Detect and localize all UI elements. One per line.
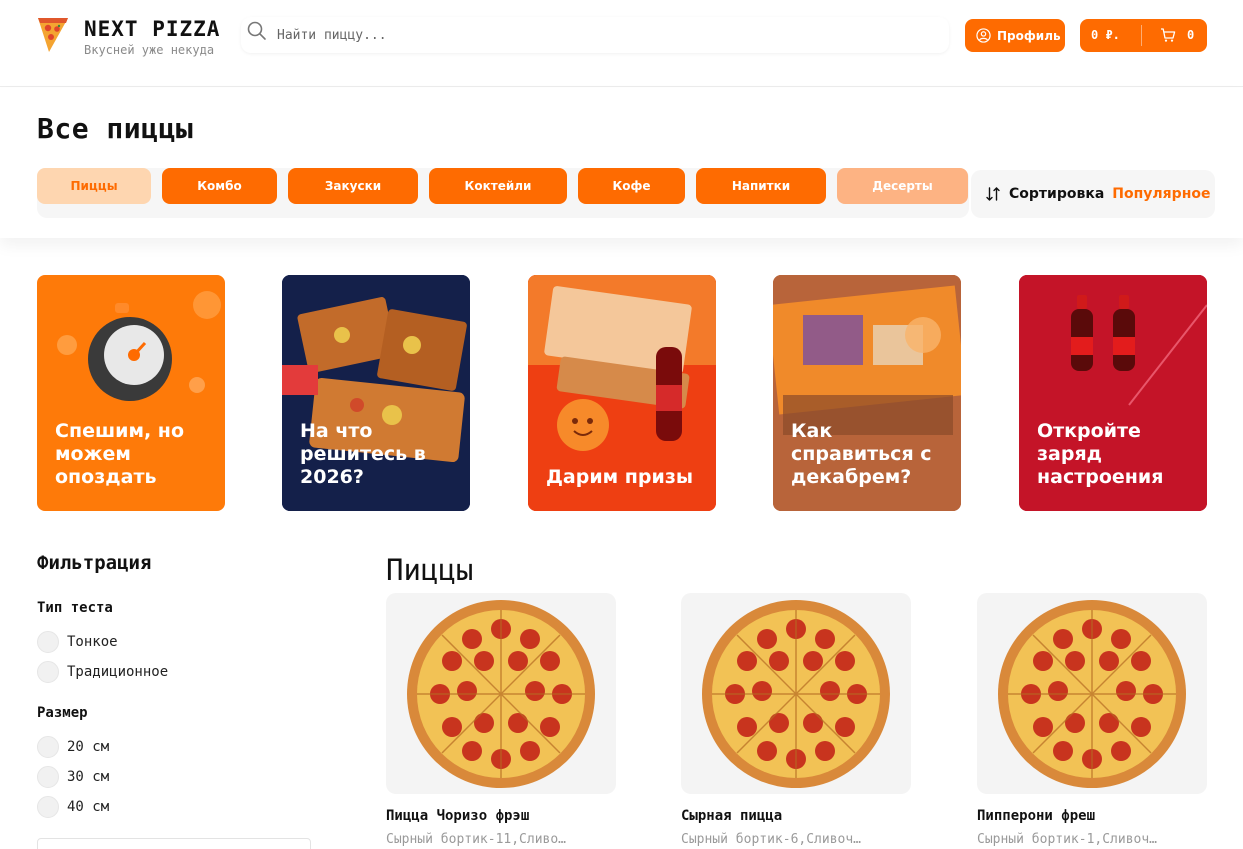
product-description: Сырный бортик-6,Сливоч…	[681, 832, 862, 847]
story-caption: На что решитесь в 2026?	[300, 420, 426, 488]
tab-coffee[interactable]: Кофе	[578, 168, 685, 204]
pepperoni-pizza-image	[702, 600, 890, 788]
sort-popup-trigger[interactable]: Сортировка Популярное	[971, 170, 1215, 218]
profile-button-label: Профиль	[997, 28, 1061, 43]
brand-name[interactable]: NEXT PIZZA	[84, 17, 220, 41]
header: NEXT PIZZA Вкусней уже некуда Профиль 0 …	[0, 0, 1243, 87]
product-image[interactable]	[977, 593, 1207, 794]
size-filter-title: Размер	[37, 705, 88, 721]
dough-option-traditional[interactable]: Традиционное	[37, 661, 168, 683]
product-name: Сырная пицца	[681, 808, 783, 824]
size-option-20[interactable]: 20 см	[37, 736, 109, 758]
products-section-title: Пиццы	[386, 553, 474, 587]
product-card[interactable]: Сырная пицца Сырный бортик-6,Сливоч…	[681, 593, 911, 847]
option-label: 30 см	[67, 769, 110, 785]
dough-option-thin[interactable]: Тонкое	[37, 631, 118, 653]
search-bar[interactable]	[241, 17, 949, 53]
tab-cocktails[interactable]: Коктейли	[429, 168, 567, 204]
sort-arrows-icon	[986, 187, 1000, 201]
radio-button[interactable]	[37, 631, 59, 653]
tab-snacks[interactable]: Закуски	[288, 168, 418, 204]
product-card[interactable]: Пипперони фреш Сырный бортик-1,Сливоч…	[977, 593, 1207, 847]
sort-label: Сортировка	[1009, 186, 1105, 202]
cart-total: 0 ₽.	[1091, 28, 1120, 42]
story-card[interactable]: Спешим, но можем опоздать	[37, 275, 225, 511]
product-image[interactable]	[386, 593, 616, 794]
user-icon	[976, 28, 991, 43]
cart-button[interactable]: 0 ₽. 0	[1080, 19, 1207, 52]
profile-button[interactable]: Профиль	[965, 19, 1065, 52]
radio-button[interactable]	[37, 796, 59, 818]
product-image[interactable]	[681, 593, 911, 794]
product-name: Пицца Чоризо фрэш	[386, 808, 530, 824]
story-card[interactable]: Дарим призы	[528, 275, 716, 511]
cart-count: 0	[1187, 28, 1195, 42]
story-caption: Спешим, но можем опоздать	[55, 420, 184, 488]
tab-combo[interactable]: Комбо	[162, 168, 277, 204]
search-input[interactable]	[277, 23, 917, 47]
pizza-logo-icon[interactable]	[35, 14, 71, 54]
size-option-30[interactable]: 30 см	[37, 766, 109, 788]
page-title: Все пиццы	[37, 112, 194, 145]
option-label: Тонкое	[67, 634, 118, 650]
pepperoni-pizza-image	[998, 600, 1186, 788]
story-card[interactable]: На что решитесь в 2026?	[282, 275, 470, 511]
filter-input-box[interactable]	[37, 838, 311, 849]
sort-value[interactable]: Популярное	[1112, 186, 1210, 202]
option-label: Традиционное	[67, 664, 169, 680]
dough-filter-title: Тип теста	[37, 600, 113, 616]
radio-button[interactable]	[37, 766, 59, 788]
pepperoni-pizza-image	[407, 600, 595, 788]
filters-title: Фильтрация	[37, 552, 152, 574]
story-caption: Как справиться с декабрем?	[791, 420, 932, 488]
brand-tagline: Вкусней уже некуда	[84, 43, 215, 57]
search-icon	[247, 21, 266, 40]
radio-button[interactable]	[37, 661, 59, 683]
story-caption: Дарим призы	[546, 466, 694, 488]
story-caption: Откройте заряд настроения	[1037, 420, 1164, 488]
product-description: Сырный бортик-1,Сливоч…	[977, 832, 1158, 847]
tab-drinks[interactable]: Напитки	[696, 168, 826, 204]
tab-pizzas[interactable]: Пиццы	[37, 168, 151, 204]
category-tabs: Пиццы Комбо Закуски Коктейли Кофе Напитк…	[37, 168, 969, 218]
product-description: Сырный бортик-11,Сливо…	[386, 832, 567, 847]
cart-divider	[1141, 25, 1142, 46]
story-card[interactable]: Откройте заряд настроения	[1019, 275, 1207, 511]
top-bar: Все пиццы Пиццы Комбо Закуски Коктейли К…	[0, 88, 1243, 238]
cart-icon	[1161, 28, 1176, 42]
story-card[interactable]: Как справиться с декабрем?	[773, 275, 961, 511]
tab-desserts[interactable]: Десерты	[837, 168, 968, 204]
product-card[interactable]: Пицца Чоризо фрэш Сырный бортик-11,Сливо…	[386, 593, 616, 847]
option-label: 20 см	[67, 739, 110, 755]
size-option-40[interactable]: 40 см	[37, 796, 109, 818]
product-name: Пипперони фреш	[977, 808, 1096, 824]
radio-button[interactable]	[37, 736, 59, 758]
option-label: 40 см	[67, 799, 110, 815]
